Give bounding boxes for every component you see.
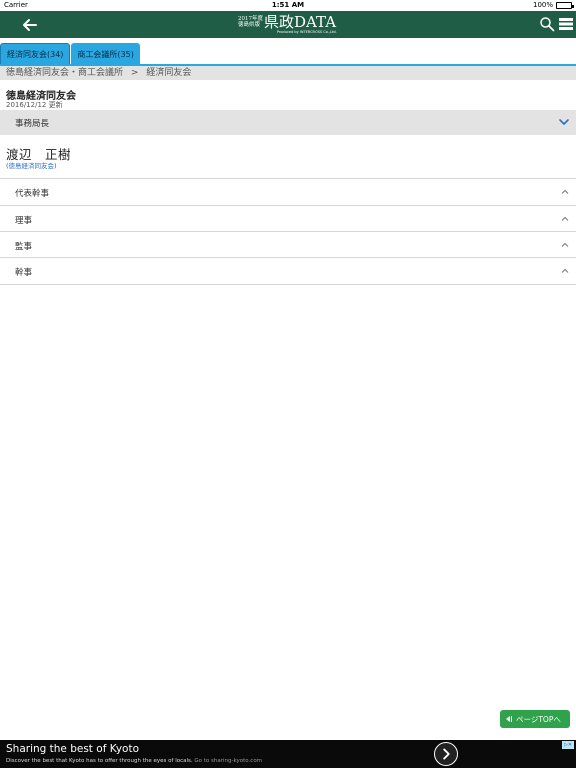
person-affiliation: (徳島経済同友会) [6,162,57,170]
ad-banner[interactable]: Sharing the best of Kyoto Discover the b… [0,740,576,768]
section-label: 理事 [15,216,33,226]
section-label: 幹事 [15,268,33,278]
breadcrumb-separator: > [130,68,139,78]
section-row-daihyo-kanji[interactable]: 代表幹事 [0,178,576,205]
logo-title: 県政DATA [264,13,337,31]
breadcrumb: 徳島経済同友会・商工会議所 > 経済同友会 [0,66,576,80]
battery-icon [556,1,574,9]
breadcrumb-parent[interactable]: 徳島経済同友会・商工会議所 [6,68,123,78]
divider [0,284,576,285]
category-tabs: 経済同友会(34) 商工会議所(35) [0,43,141,65]
updated-date: 2016/12/12 更新 [6,101,63,109]
scroll-up-icon [506,716,512,722]
chevron-up-icon [561,189,569,194]
chevron-up-icon [561,216,569,221]
logo-produced-by: Produced by INTERCROSS Co.,Ltd. [277,30,337,34]
breadcrumb-current: 経済同友会 [146,68,192,78]
battery-percent: 100% [532,1,553,9]
chevron-down-icon [559,119,569,125]
section-row-kanji-audit[interactable]: 監事 [0,231,576,258]
affiliation-link[interactable]: 徳島経済同友会 [9,162,55,170]
battery-indicator: 100% [532,1,574,9]
section-label: 代表幹事 [15,189,50,199]
section-header-expanded[interactable]: 事務局長 [0,110,576,135]
menu-icon[interactable] [559,17,573,31]
ad-description: Discover the best that Kyoto has to offe… [6,758,263,764]
logo-edition: 徳島県版 [238,22,261,28]
chevron-up-icon [561,242,569,247]
clock: 1:51 AM [271,1,305,9]
section-row-riji[interactable]: 理事 [0,205,576,232]
section-label: 事務局長 [15,119,50,129]
page-top-label: ページTOPへ [516,714,561,724]
navbar: 2017年度 徳島県版 県政DATA Produced by INTERCROS… [0,11,576,38]
chevron-up-icon [561,268,569,273]
page-top-button[interactable]: ページTOPへ [500,710,570,728]
status-bar: Carrier 1:51 AM 100% [0,0,576,11]
back-arrow-icon[interactable] [20,15,40,35]
tab-keizai-doyukai[interactable]: 経済同友会(34) [0,43,71,65]
ad-url: Go to sharing-kyoto.com [194,758,263,764]
section-label: 監事 [15,242,33,252]
ad-go-arrow-icon[interactable] [434,742,458,766]
app-logo: 2017年度 徳島県版 県政DATA Produced by INTERCROS… [237,13,341,37]
section-row-kanji[interactable]: 幹事 [0,257,576,284]
tab-shoko-kaigisho[interactable]: 商工会議所(35) [71,43,140,65]
search-icon[interactable] [539,16,555,32]
adchoices-icon[interactable]: ▷✕ [562,741,574,749]
ad-title: Sharing the best of Kyoto [6,743,140,755]
